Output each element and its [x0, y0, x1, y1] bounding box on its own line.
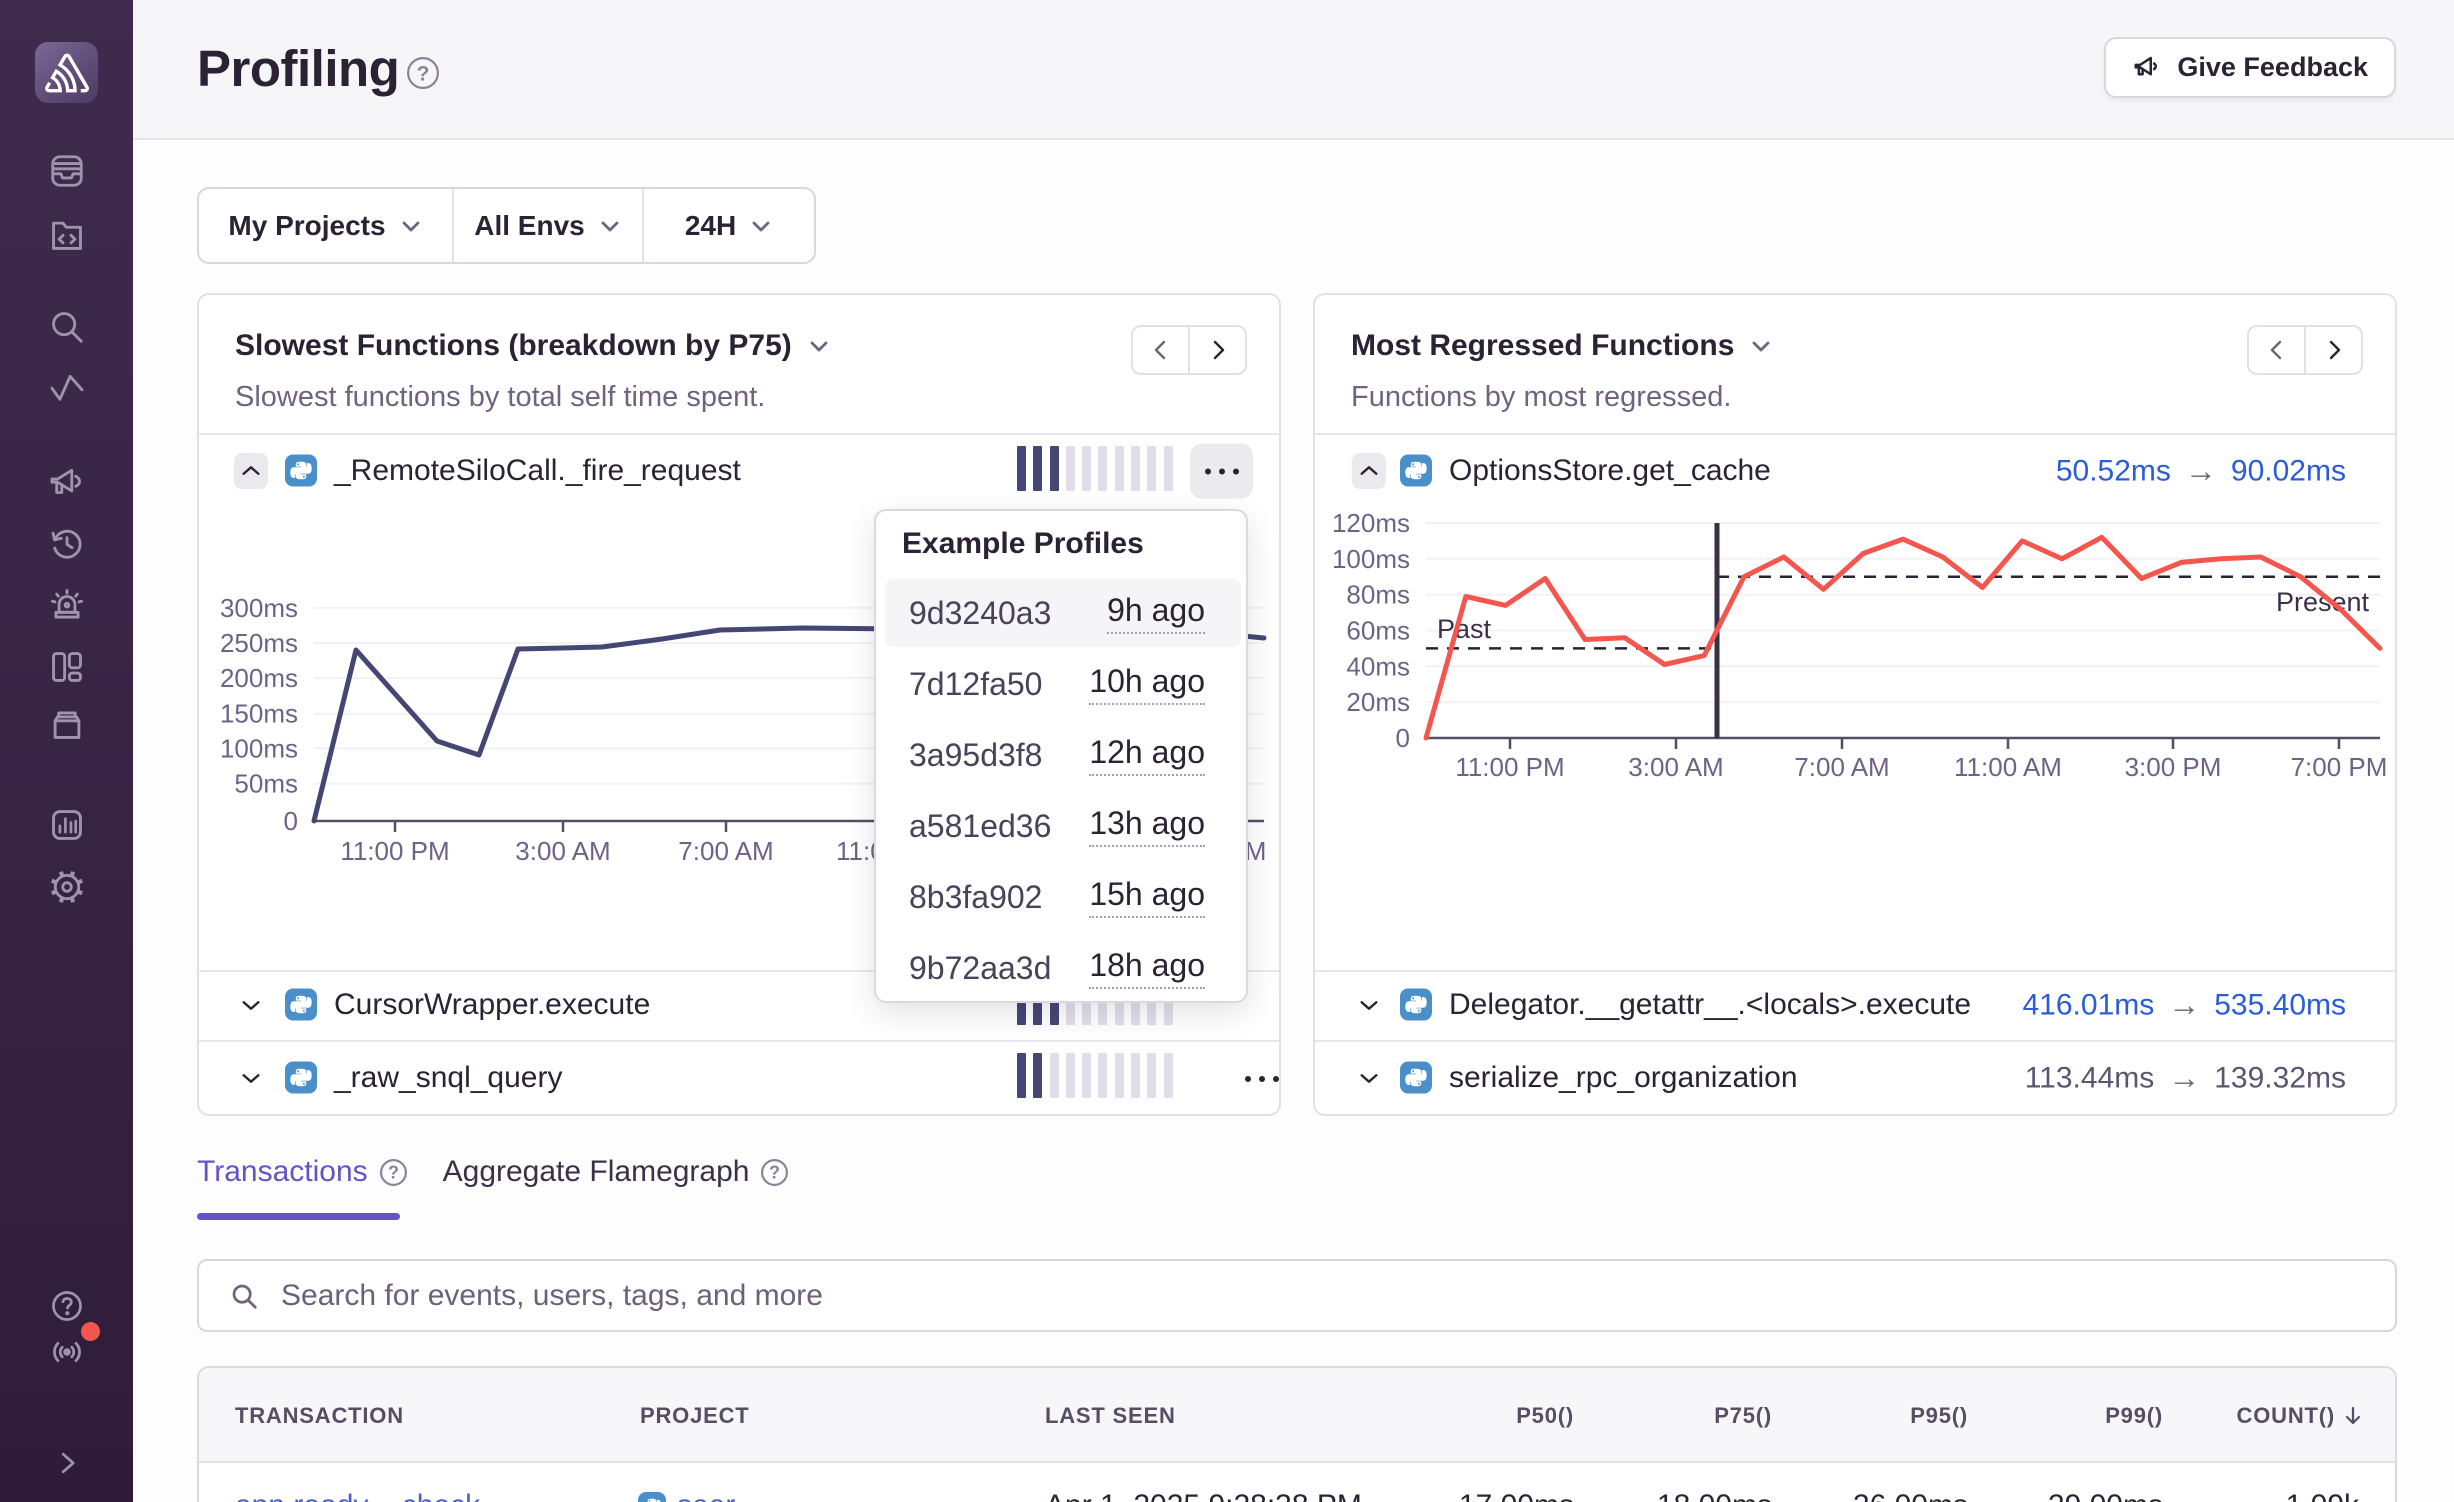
svg-text:60ms: 60ms	[1346, 616, 1410, 646]
svg-text:Past: Past	[1437, 614, 1492, 644]
svg-text:0: 0	[284, 806, 298, 836]
svg-text:7:00 PM: 7:00 PM	[2291, 752, 2388, 782]
svg-text:?: ?	[388, 1162, 399, 1182]
svg-text:120ms: 120ms	[1332, 508, 1410, 538]
svg-text:7:00 AM: 7:00 AM	[678, 836, 773, 866]
svg-text:20ms: 20ms	[1346, 687, 1410, 717]
svg-text:11:00 PM: 11:00 PM	[340, 836, 449, 866]
svg-text:7:00 AM: 7:00 AM	[1794, 752, 1889, 782]
svg-text:40ms: 40ms	[1346, 651, 1410, 681]
svg-text:3:00 AM: 3:00 AM	[1628, 752, 1723, 782]
svg-text:100ms: 100ms	[1332, 544, 1410, 574]
svg-text:300ms: 300ms	[220, 593, 298, 623]
svg-text:Present: Present	[2276, 587, 2370, 617]
svg-text:80ms: 80ms	[1346, 580, 1410, 610]
svg-text:50ms: 50ms	[234, 769, 298, 799]
svg-text:150ms: 150ms	[220, 699, 298, 729]
svg-text:200ms: 200ms	[220, 663, 298, 693]
svg-text:100ms: 100ms	[220, 733, 298, 763]
svg-text:?: ?	[417, 62, 430, 85]
svg-text:3:00 AM: 3:00 AM	[515, 836, 610, 866]
svg-text:250ms: 250ms	[220, 628, 298, 658]
svg-text:11:00 PM: 11:00 PM	[1455, 752, 1564, 782]
svg-text:11:00 AM: 11:00 AM	[1954, 752, 2062, 782]
svg-text:3:00 PM: 3:00 PM	[2125, 752, 2222, 782]
svg-text:?: ?	[769, 1162, 780, 1182]
svg-text:0: 0	[1396, 723, 1410, 753]
